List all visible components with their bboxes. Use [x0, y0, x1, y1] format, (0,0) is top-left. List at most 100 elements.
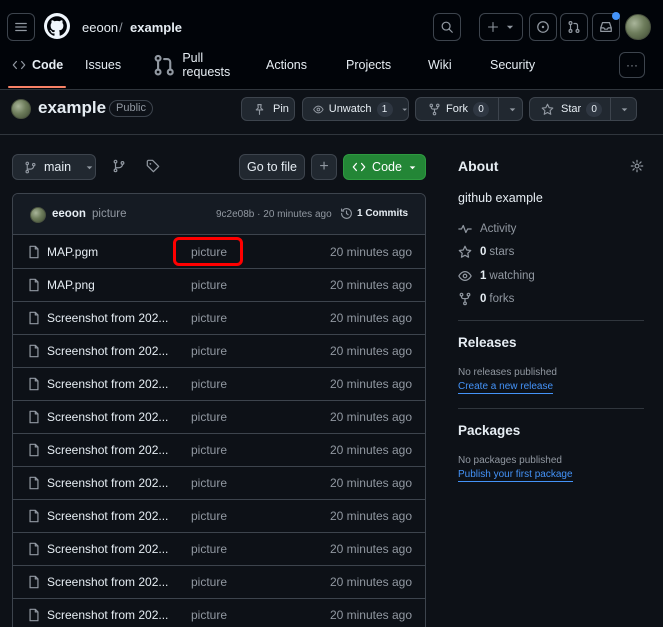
- fork-icon: [429, 103, 440, 115]
- about-settings-button[interactable]: [630, 159, 644, 173]
- file-name[interactable]: Screenshot from 202...: [47, 509, 168, 523]
- breadcrumb-owner[interactable]: eeoon: [82, 20, 118, 35]
- create-release-link[interactable]: Create a new release: [458, 381, 554, 394]
- stars-link[interactable]: 0 stars: [458, 245, 514, 259]
- file-commit-message[interactable]: picture: [191, 608, 227, 622]
- create-new-button[interactable]: [479, 13, 523, 41]
- latest-commit-bar: eeoon picture 9c2e08b · 20 minutes ago 1…: [13, 194, 425, 235]
- eye-icon: [458, 271, 472, 281]
- tags-button[interactable]: [146, 159, 160, 173]
- activity-label: Activity: [480, 223, 517, 235]
- file-name[interactable]: Screenshot from 202...: [47, 608, 168, 622]
- pin-button[interactable]: Pin: [241, 97, 295, 121]
- file-commit-message[interactable]: picture: [191, 509, 227, 523]
- user-avatar[interactable]: [625, 14, 651, 40]
- watching-link[interactable]: 1 watching: [458, 269, 535, 283]
- search-button[interactable]: [433, 13, 461, 41]
- pin-label: Pin: [273, 103, 289, 115]
- tab-projects[interactable]: Projects: [340, 52, 391, 78]
- file-row[interactable]: Screenshot from 202... picture 20 minutes …: [13, 467, 425, 500]
- commits-link[interactable]: 1 Commits: [340, 207, 408, 220]
- file-row[interactable]: Screenshot from 202... picture 20 minutes …: [13, 533, 425, 566]
- file-commit-message[interactable]: picture: [191, 344, 227, 358]
- file-commit-message[interactable]: picture: [191, 377, 227, 391]
- releases-heading[interactable]: Releases: [458, 335, 517, 350]
- packages-heading[interactable]: Packages: [458, 423, 520, 438]
- tab-issues[interactable]: Issues: [79, 52, 121, 78]
- file-name[interactable]: MAP.pgm: [47, 245, 98, 259]
- star-label: Star: [561, 103, 582, 115]
- fork-button[interactable]: Fork 0: [415, 97, 523, 121]
- forks-link[interactable]: 0 forks: [458, 292, 514, 306]
- file-name[interactable]: Screenshot from 202...: [47, 575, 168, 589]
- file-row[interactable]: Screenshot from 202... picture 20 minutes …: [13, 368, 425, 401]
- file-name[interactable]: Screenshot from 202...: [47, 542, 168, 556]
- file-commit-message[interactable]: picture: [191, 278, 227, 292]
- file-row[interactable]: Screenshot from 202... picture 20 minutes …: [13, 434, 425, 467]
- file-name[interactable]: Screenshot from 202...: [47, 443, 168, 457]
- activity-link[interactable]: Activity: [458, 222, 516, 236]
- file-row[interactable]: Screenshot from 202... picture 20 minutes …: [13, 500, 425, 533]
- tab-pull-requests[interactable]: Pull requests: [152, 51, 230, 79]
- gear-icon: [630, 159, 644, 173]
- file-commit-message[interactable]: picture: [191, 311, 227, 325]
- commit-author-avatar[interactable]: [30, 207, 46, 223]
- star-icon: [541, 103, 554, 115]
- file-name[interactable]: Screenshot from 202...: [47, 410, 168, 424]
- commit-message[interactable]: picture: [92, 208, 127, 220]
- tab-issues-label: Issues: [85, 58, 122, 72]
- file-row[interactable]: Screenshot from 202... picture 20 minutes …: [13, 302, 425, 335]
- star-button[interactable]: Star 0: [529, 97, 637, 121]
- tab-wiki[interactable]: Wiki: [422, 52, 452, 78]
- file-row[interactable]: Screenshot from 202... picture 20 minutes …: [13, 335, 425, 368]
- tab-wiki-label: Wiki: [428, 58, 452, 72]
- highlight-box: [173, 237, 243, 266]
- visibility-badge: Public: [109, 100, 153, 117]
- unwatch-button[interactable]: Unwatch 1: [302, 97, 409, 121]
- caret-down-icon: [401, 108, 407, 111]
- plus-icon: [487, 21, 499, 33]
- file-name[interactable]: Screenshot from 202...: [47, 311, 168, 325]
- file-name[interactable]: Screenshot from 202...: [47, 344, 168, 358]
- add-file-button[interactable]: +: [311, 154, 337, 180]
- fork-label: Fork: [446, 103, 468, 115]
- file-commit-message[interactable]: picture: [191, 410, 227, 424]
- file-age: 20 minutes ago: [329, 311, 412, 325]
- menu-button[interactable]: [7, 13, 35, 41]
- pull-requests-button[interactable]: [560, 13, 588, 41]
- file-row[interactable]: Screenshot from 202... picture 20 minutes …: [13, 401, 425, 434]
- tab-actions[interactable]: Actions: [260, 52, 307, 78]
- file-row[interactable]: MAP.png picture 20 minutes ago: [13, 269, 425, 302]
- file-age: 20 minutes ago: [329, 377, 412, 391]
- about-heading: About: [458, 158, 499, 174]
- publish-package-link[interactable]: Publish your first package: [458, 469, 573, 482]
- github-logo-icon[interactable]: [44, 13, 70, 39]
- file-name[interactable]: Screenshot from 202...: [47, 377, 168, 391]
- file-age: 20 minutes ago: [329, 278, 412, 292]
- caret-down-icon: [506, 25, 514, 29]
- file-row[interactable]: Screenshot from 202... picture 20 minutes …: [13, 566, 425, 599]
- owner-avatar[interactable]: [11, 99, 31, 119]
- file-name[interactable]: MAP.png: [47, 278, 95, 292]
- commit-author[interactable]: eeoon: [52, 208, 86, 220]
- file-commit-message[interactable]: picture: [191, 476, 227, 490]
- tab-code[interactable]: Code: [12, 52, 63, 78]
- tab-security[interactable]: Security: [484, 52, 535, 78]
- tab-security-label: Security: [490, 58, 536, 72]
- file-row[interactable]: Screenshot from 202... picture 20 minutes …: [13, 599, 425, 627]
- more-tabs-button[interactable]: ···: [619, 52, 645, 78]
- file-name[interactable]: Screenshot from 202...: [47, 476, 168, 490]
- breadcrumb-repo[interactable]: example: [130, 20, 182, 35]
- file-commit-message[interactable]: picture: [191, 575, 227, 589]
- code-button[interactable]: Code: [343, 154, 426, 180]
- issues-button[interactable]: [529, 13, 557, 41]
- pull-request-icon: [154, 54, 174, 76]
- branch-select[interactable]: main: [12, 154, 96, 180]
- repo-title[interactable]: example: [38, 98, 106, 118]
- file-commit-message[interactable]: picture: [191, 542, 227, 556]
- go-to-file-button[interactable]: Go to file: [239, 154, 305, 180]
- code-icon: [12, 60, 26, 70]
- file-commit-message[interactable]: picture: [191, 443, 227, 457]
- tab-actions-label: Actions: [266, 58, 307, 72]
- branches-button[interactable]: [112, 159, 126, 173]
